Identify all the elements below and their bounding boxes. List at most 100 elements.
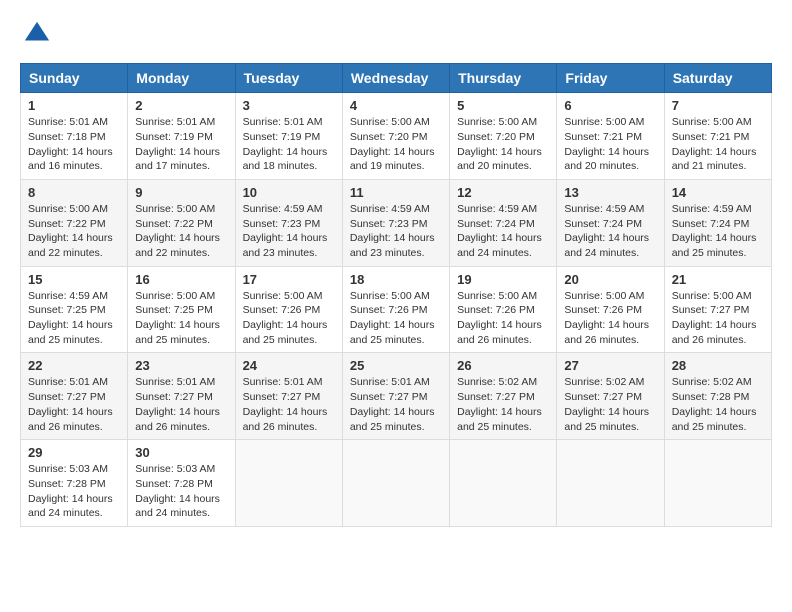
sunrise-label: Sunrise: 5:01 AM — [350, 376, 430, 388]
day-number: 9 — [135, 185, 227, 200]
sunrise-label: Sunrise: 5:00 AM — [457, 290, 537, 302]
day-cell: 6 Sunrise: 5:00 AM Sunset: 7:21 PM Dayli… — [557, 93, 664, 180]
day-info: Sunrise: 5:00 AM Sunset: 7:20 PM Dayligh… — [457, 115, 549, 174]
daylight-label: Daylight: 14 hours and 22 minutes. — [28, 232, 113, 259]
sunrise-label: Sunrise: 4:59 AM — [350, 203, 430, 215]
day-number: 14 — [672, 185, 764, 200]
day-cell: 22 Sunrise: 5:01 AM Sunset: 7:27 PM Dayl… — [21, 353, 128, 440]
daylight-label: Daylight: 14 hours and 26 minutes. — [564, 319, 649, 346]
daylight-label: Daylight: 14 hours and 24 minutes. — [28, 493, 113, 520]
daylight-label: Daylight: 14 hours and 20 minutes. — [564, 146, 649, 173]
day-cell: 21 Sunrise: 5:00 AM Sunset: 7:27 PM Dayl… — [664, 266, 771, 353]
daylight-label: Daylight: 14 hours and 26 minutes. — [28, 406, 113, 433]
daylight-label: Daylight: 14 hours and 24 minutes. — [564, 232, 649, 259]
sunset-label: Sunset: 7:18 PM — [28, 131, 106, 143]
day-number: 3 — [243, 98, 335, 113]
sunrise-label: Sunrise: 5:01 AM — [135, 376, 215, 388]
sunset-label: Sunset: 7:24 PM — [672, 218, 750, 230]
page-header — [20, 20, 772, 53]
day-number: 13 — [564, 185, 656, 200]
daylight-label: Daylight: 14 hours and 21 minutes. — [672, 146, 757, 173]
day-cell: 19 Sunrise: 5:00 AM Sunset: 7:26 PM Dayl… — [450, 266, 557, 353]
day-info: Sunrise: 5:02 AM Sunset: 7:27 PM Dayligh… — [457, 375, 549, 434]
calendar-week-row: 1 Sunrise: 5:01 AM Sunset: 7:18 PM Dayli… — [21, 93, 772, 180]
sunrise-label: Sunrise: 5:01 AM — [243, 376, 323, 388]
sunrise-label: Sunrise: 5:01 AM — [28, 116, 108, 128]
calendar-header-row: SundayMondayTuesdayWednesdayThursdayFrid… — [21, 64, 772, 93]
day-number: 17 — [243, 272, 335, 287]
sunset-label: Sunset: 7:21 PM — [564, 131, 642, 143]
day-info: Sunrise: 4:59 AM Sunset: 7:24 PM Dayligh… — [457, 202, 549, 261]
day-cell: 7 Sunrise: 5:00 AM Sunset: 7:21 PM Dayli… — [664, 93, 771, 180]
day-number: 18 — [350, 272, 442, 287]
day-info: Sunrise: 5:01 AM Sunset: 7:27 PM Dayligh… — [243, 375, 335, 434]
day-cell: 30 Sunrise: 5:03 AM Sunset: 7:28 PM Dayl… — [128, 440, 235, 527]
weekday-header: Tuesday — [235, 64, 342, 93]
day-number: 21 — [672, 272, 764, 287]
day-number: 27 — [564, 358, 656, 373]
empty-day-cell — [235, 440, 342, 527]
sunrise-label: Sunrise: 5:00 AM — [243, 290, 323, 302]
daylight-label: Daylight: 14 hours and 23 minutes. — [350, 232, 435, 259]
weekday-header: Wednesday — [342, 64, 449, 93]
day-number: 8 — [28, 185, 120, 200]
day-cell: 14 Sunrise: 4:59 AM Sunset: 7:24 PM Dayl… — [664, 179, 771, 266]
daylight-label: Daylight: 14 hours and 25 minutes. — [350, 319, 435, 346]
sunset-label: Sunset: 7:22 PM — [28, 218, 106, 230]
day-cell: 26 Sunrise: 5:02 AM Sunset: 7:27 PM Dayl… — [450, 353, 557, 440]
sunset-label: Sunset: 7:20 PM — [350, 131, 428, 143]
day-info: Sunrise: 4:59 AM Sunset: 7:25 PM Dayligh… — [28, 289, 120, 348]
daylight-label: Daylight: 14 hours and 26 minutes. — [672, 319, 757, 346]
day-number: 15 — [28, 272, 120, 287]
sunset-label: Sunset: 7:27 PM — [135, 391, 213, 403]
sunset-label: Sunset: 7:26 PM — [457, 304, 535, 316]
day-number: 22 — [28, 358, 120, 373]
day-cell: 11 Sunrise: 4:59 AM Sunset: 7:23 PM Dayl… — [342, 179, 449, 266]
sunrise-label: Sunrise: 5:01 AM — [243, 116, 323, 128]
day-info: Sunrise: 5:00 AM Sunset: 7:22 PM Dayligh… — [135, 202, 227, 261]
sunrise-label: Sunrise: 4:59 AM — [672, 203, 752, 215]
sunset-label: Sunset: 7:27 PM — [672, 304, 750, 316]
day-number: 11 — [350, 185, 442, 200]
day-info: Sunrise: 5:00 AM Sunset: 7:26 PM Dayligh… — [243, 289, 335, 348]
sunset-label: Sunset: 7:20 PM — [457, 131, 535, 143]
day-number: 7 — [672, 98, 764, 113]
day-number: 24 — [243, 358, 335, 373]
sunset-label: Sunset: 7:26 PM — [350, 304, 428, 316]
sunrise-label: Sunrise: 4:59 AM — [243, 203, 323, 215]
sunset-label: Sunset: 7:23 PM — [243, 218, 321, 230]
day-info: Sunrise: 5:01 AM Sunset: 7:27 PM Dayligh… — [135, 375, 227, 434]
day-cell: 8 Sunrise: 5:00 AM Sunset: 7:22 PM Dayli… — [21, 179, 128, 266]
calendar-week-row: 8 Sunrise: 5:00 AM Sunset: 7:22 PM Dayli… — [21, 179, 772, 266]
day-number: 20 — [564, 272, 656, 287]
day-cell: 12 Sunrise: 4:59 AM Sunset: 7:24 PM Dayl… — [450, 179, 557, 266]
day-info: Sunrise: 5:01 AM Sunset: 7:19 PM Dayligh… — [243, 115, 335, 174]
empty-day-cell — [664, 440, 771, 527]
day-info: Sunrise: 5:01 AM Sunset: 7:27 PM Dayligh… — [350, 375, 442, 434]
day-info: Sunrise: 5:03 AM Sunset: 7:28 PM Dayligh… — [135, 462, 227, 521]
sunrise-label: Sunrise: 5:00 AM — [350, 290, 430, 302]
day-info: Sunrise: 5:00 AM Sunset: 7:26 PM Dayligh… — [564, 289, 656, 348]
sunrise-label: Sunrise: 5:00 AM — [350, 116, 430, 128]
sunset-label: Sunset: 7:27 PM — [564, 391, 642, 403]
weekday-header: Monday — [128, 64, 235, 93]
daylight-label: Daylight: 14 hours and 25 minutes. — [350, 406, 435, 433]
daylight-label: Daylight: 14 hours and 26 minutes. — [135, 406, 220, 433]
sunset-label: Sunset: 7:24 PM — [457, 218, 535, 230]
day-number: 23 — [135, 358, 227, 373]
daylight-label: Daylight: 14 hours and 24 minutes. — [135, 493, 220, 520]
daylight-label: Daylight: 14 hours and 25 minutes. — [457, 406, 542, 433]
empty-day-cell — [342, 440, 449, 527]
day-info: Sunrise: 4:59 AM Sunset: 7:23 PM Dayligh… — [243, 202, 335, 261]
empty-day-cell — [450, 440, 557, 527]
daylight-label: Daylight: 14 hours and 24 minutes. — [457, 232, 542, 259]
daylight-label: Daylight: 14 hours and 18 minutes. — [243, 146, 328, 173]
day-info: Sunrise: 4:59 AM Sunset: 7:24 PM Dayligh… — [564, 202, 656, 261]
daylight-label: Daylight: 14 hours and 25 minutes. — [564, 406, 649, 433]
sunrise-label: Sunrise: 5:00 AM — [28, 203, 108, 215]
sunset-label: Sunset: 7:25 PM — [135, 304, 213, 316]
day-cell: 10 Sunrise: 4:59 AM Sunset: 7:23 PM Dayl… — [235, 179, 342, 266]
daylight-label: Daylight: 14 hours and 22 minutes. — [135, 232, 220, 259]
sunset-label: Sunset: 7:26 PM — [564, 304, 642, 316]
sunset-label: Sunset: 7:21 PM — [672, 131, 750, 143]
